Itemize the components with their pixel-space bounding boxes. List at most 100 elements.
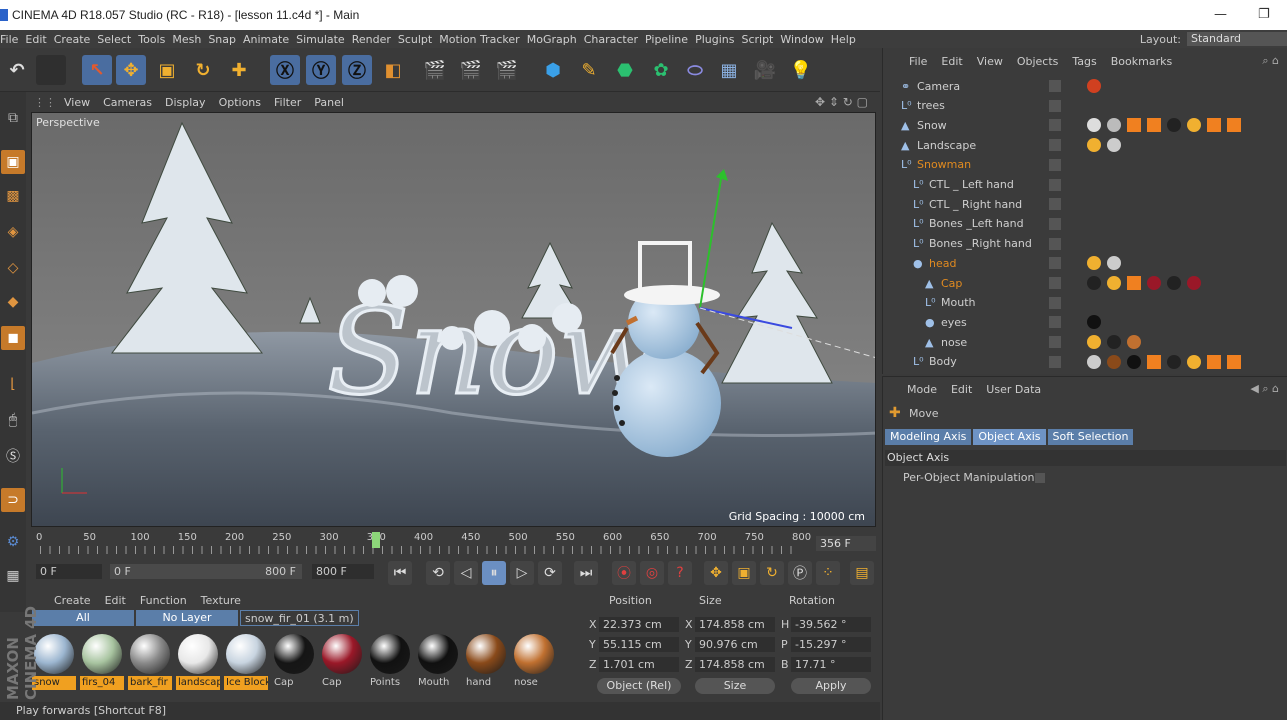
object-tag-icon[interactable]: [1087, 256, 1101, 271]
layout-dropdown[interactable]: Standard: [1187, 32, 1287, 46]
size-x-field[interactable]: 174.858 cm: [695, 617, 775, 632]
tab-no-layer[interactable]: No Layer: [136, 610, 238, 626]
attribute-menu-mode[interactable]: Mode: [907, 383, 937, 396]
camera-icon[interactable]: 🎥: [750, 55, 780, 85]
coordinate-mode-select[interactable]: Object (Rel): [597, 678, 681, 694]
floor-icon[interactable]: ▦: [714, 55, 744, 85]
visibility-toggle[interactable]: [1049, 296, 1061, 309]
position-x-field[interactable]: 22.373 cm: [599, 617, 679, 632]
material-menu-edit[interactable]: Edit: [105, 594, 126, 607]
attribute-menu-user-data[interactable]: User Data: [986, 383, 1041, 396]
visibility-toggle[interactable]: [1049, 119, 1061, 132]
make-editable-icon[interactable]: ⧉: [1, 106, 25, 130]
viewport-navigation-icons[interactable]: ✥ ⇕ ↻ ▢: [815, 95, 868, 109]
scale-tool-icon[interactable]: ▣: [152, 55, 182, 85]
material-swatch[interactable]: Ice Block: [224, 632, 268, 690]
menu-motion-tracker[interactable]: Motion Tracker: [439, 33, 526, 46]
object-tag-icon[interactable]: [1087, 276, 1101, 290]
material-swatch[interactable]: bark_fir: [128, 632, 172, 690]
position-y-field[interactable]: 55.115 cm: [599, 637, 679, 652]
pause-icon[interactable]: ⏸: [482, 561, 506, 585]
visibility-toggle[interactable]: [1049, 336, 1061, 349]
object-row[interactable]: ⚭ Camera: [883, 76, 1287, 96]
menu-render[interactable]: Render: [352, 33, 398, 46]
object-tag-icon[interactable]: [1207, 118, 1221, 133]
tweak-mode-icon[interactable]: 🖱: [1, 408, 25, 432]
object-tag-icon[interactable]: [1167, 118, 1181, 133]
menu-mograph[interactable]: MoGraph: [527, 33, 584, 46]
workplane-grid-icon[interactable]: ▦: [1, 564, 25, 588]
material-swatch[interactable]: firs_04: [80, 632, 124, 690]
z-axis-lock-icon[interactable]: Ⓩ: [342, 55, 372, 85]
object-tag-icon[interactable]: [1087, 138, 1101, 153]
menu-simulate[interactable]: Simulate: [296, 33, 352, 46]
rotation-p-field[interactable]: -15.297 °: [791, 637, 871, 652]
timeline-ruler[interactable]: 0501001502002503003504004505005506006507…: [30, 530, 878, 556]
visibility-toggle[interactable]: [1049, 198, 1061, 211]
record-scale-icon[interactable]: ▣: [732, 561, 756, 585]
object-row[interactable]: ▲ Snow: [883, 115, 1287, 135]
redo-icon[interactable]: [36, 55, 66, 85]
points-mode-icon[interactable]: ◇: [1, 256, 25, 280]
object-tag-icon[interactable]: [1127, 354, 1141, 369]
current-frame-field[interactable]: 356 F: [816, 536, 876, 551]
viewport-menu-display[interactable]: Display: [165, 96, 206, 109]
go-to-next-key-icon[interactable]: ⟳: [538, 561, 562, 585]
visibility-toggle[interactable]: [1049, 237, 1061, 250]
model-mode-icon[interactable]: ▣: [1, 150, 25, 174]
snapping-icon[interactable]: Ⓢ: [1, 444, 25, 468]
minimize-button[interactable]: —: [1214, 7, 1227, 22]
object-menu-file[interactable]: File: [909, 55, 927, 68]
min-frame-field[interactable]: 0 F: [36, 564, 102, 579]
subdivision-surface-icon[interactable]: ⬣: [610, 55, 640, 85]
object-tag-icon[interactable]: [1127, 276, 1141, 290]
menu-animate[interactable]: Animate: [243, 33, 296, 46]
cube-primitive-icon[interactable]: ⬢: [538, 55, 568, 85]
viewport-menu-filter[interactable]: Filter: [274, 96, 301, 109]
go-to-previous-key-icon[interactable]: ⟲: [426, 561, 450, 585]
object-tag-icon[interactable]: [1147, 276, 1161, 290]
size-mode-select[interactable]: Size: [695, 678, 775, 694]
material-swatch[interactable]: Mouth: [416, 632, 460, 690]
tab-modeling-axis[interactable]: Modeling Axis: [885, 429, 972, 445]
object-menu-tags[interactable]: Tags: [1072, 55, 1096, 68]
object-tag-icon[interactable]: [1127, 118, 1141, 133]
object-tag-icon[interactable]: [1227, 354, 1241, 369]
move-tool-icon[interactable]: ✥: [116, 55, 146, 85]
live-selection-icon[interactable]: ↖: [82, 55, 112, 85]
object-tag-icon[interactable]: [1167, 354, 1181, 369]
magnet-icon[interactable]: ⊃: [1, 488, 25, 512]
autokeying-icon[interactable]: ◎: [640, 561, 664, 585]
menu-create[interactable]: Create: [54, 33, 98, 46]
material-menu-texture[interactable]: Texture: [201, 594, 241, 607]
undo-icon[interactable]: ↶: [2, 55, 32, 85]
record-pla-icon[interactable]: ⁘: [816, 561, 840, 585]
menu-snap[interactable]: Snap: [208, 33, 243, 46]
object-menu-objects[interactable]: Objects: [1017, 55, 1059, 68]
preview-range-slider[interactable]: 0 F 800 F: [110, 564, 302, 579]
material-menu-function[interactable]: Function: [140, 594, 187, 607]
object-tag-icon[interactable]: [1107, 138, 1121, 153]
object-tag-icon[interactable]: [1107, 354, 1121, 369]
edges-mode-icon[interactable]: ◆: [1, 290, 25, 314]
panel-grip-icon[interactable]: ⋮⋮: [34, 96, 56, 109]
tab-all[interactable]: All: [32, 610, 134, 626]
object-tag-icon[interactable]: [1147, 118, 1161, 133]
menu-sculpt[interactable]: Sculpt: [398, 33, 439, 46]
object-row[interactable]: L⁰ Bones _Left hand: [883, 214, 1287, 234]
visibility-toggle[interactable]: [1049, 355, 1061, 368]
object-tag-icon[interactable]: [1187, 354, 1201, 369]
pen-spline-icon[interactable]: ✎: [574, 55, 604, 85]
object-row[interactable]: ▲ Landscape: [883, 135, 1287, 155]
render-to-picture-viewer-icon[interactable]: 🎬: [456, 55, 486, 85]
material-swatch[interactable]: landscap: [176, 632, 220, 690]
object-menu-edit[interactable]: Edit: [941, 55, 962, 68]
record-active-objects-icon[interactable]: ⦿: [612, 561, 636, 585]
previous-frame-icon[interactable]: ◁: [454, 561, 478, 585]
visibility-toggle[interactable]: [1049, 316, 1061, 329]
attribute-menu-edit[interactable]: Edit: [951, 383, 972, 396]
material-swatch[interactable]: Points: [368, 632, 412, 690]
menu-select[interactable]: Select: [97, 33, 138, 46]
object-tag-icon[interactable]: [1107, 276, 1121, 290]
visibility-toggle[interactable]: [1049, 217, 1061, 230]
